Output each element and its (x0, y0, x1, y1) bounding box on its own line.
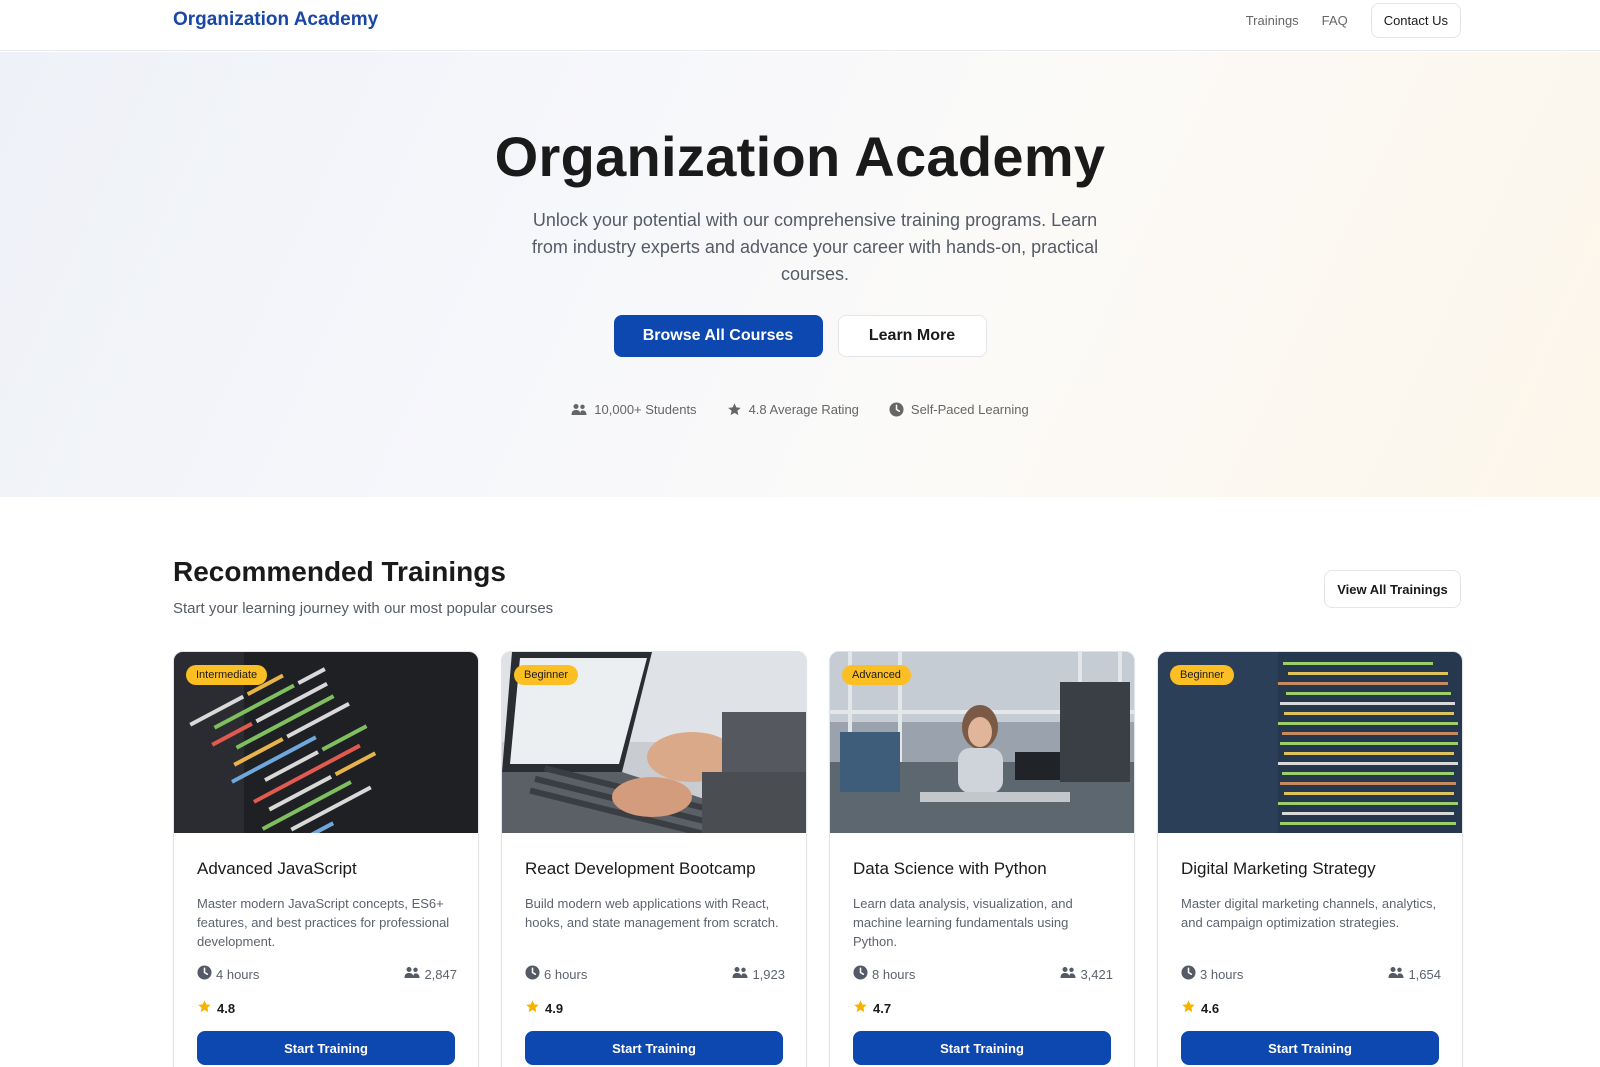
course-image-code-screen: Intermediate (174, 652, 478, 833)
level-badge: Beginner (514, 665, 579, 685)
users-icon (1388, 966, 1404, 982)
hero-title: Organization Academy (494, 125, 1106, 188)
brand-logo[interactable]: Organization Academy (173, 9, 378, 31)
start-training-button[interactable]: Start Training (525, 1031, 783, 1065)
contact-us-button[interactable]: Contact Us (1370, 3, 1461, 38)
course-title[interactable]: Data Science with Python (853, 859, 1047, 879)
course-students: 3,421 (1060, 965, 1113, 983)
course-card[interactable]: Beginner Digital Marketing Strategy Mast… (1157, 651, 1463, 1067)
course-image-lab-workstation: Advanced (830, 652, 1134, 833)
course-duration: 4 hours (197, 965, 259, 983)
course-card[interactable]: Intermediate Advanced JavaScript Master … (173, 651, 479, 1067)
course-students: 1,923 (732, 965, 785, 983)
course-meta: 3 hours 1,654 (1181, 965, 1441, 983)
star-icon (525, 999, 540, 1017)
users-icon (404, 966, 420, 982)
course-students: 2,847 (404, 965, 457, 983)
stat-rating-label: 4.8 Average Rating (748, 402, 859, 417)
users-icon (1060, 966, 1076, 982)
users-icon (571, 403, 587, 416)
start-training-button[interactable]: Start Training (197, 1031, 455, 1065)
stat-students: 10,000+ Students (571, 402, 697, 417)
course-students: 1,654 (1388, 965, 1441, 983)
users-icon (732, 966, 748, 982)
hero-actions: Browse All Courses Learn More (0, 315, 1600, 357)
course-title[interactable]: Advanced JavaScript (197, 859, 357, 879)
stat-pace: Self-Paced Learning (889, 402, 1029, 417)
course-card[interactable]: Advanced Data Science with Python Learn … (829, 651, 1135, 1067)
course-meta: 4 hours 2,847 (197, 965, 457, 983)
start-training-button[interactable]: Start Training (1181, 1031, 1439, 1065)
course-meta: 6 hours 1,923 (525, 965, 785, 983)
course-duration: 6 hours (525, 965, 587, 983)
site-header: Organization Academy Trainings FAQ Conta… (0, 0, 1600, 51)
course-description: Build modern web applications with React… (525, 896, 779, 930)
hero-stats: 10,000+ Students 4.8 Average Rating Self… (0, 402, 1600, 417)
learn-more-button[interactable]: Learn More (837, 315, 987, 357)
course-rating: 4.8 (197, 999, 235, 1017)
course-description: Master digital marketing channels, analy… (1181, 896, 1437, 930)
stat-students-label: 10,000+ Students (594, 402, 697, 417)
star-icon (727, 402, 742, 417)
clock-icon (525, 965, 540, 983)
course-rating: 4.7 (853, 999, 891, 1017)
star-icon (853, 999, 868, 1017)
course-description: Learn data analysis, visualization, and … (853, 896, 1073, 949)
course-rating: 4.9 (525, 999, 563, 1017)
course-description: Master modern JavaScript concepts, ES6+ … (197, 896, 450, 949)
star-icon (197, 999, 212, 1017)
course-image-laptop-typing: Beginner (502, 652, 806, 833)
stat-pace-label: Self-Paced Learning (910, 402, 1029, 417)
clock-icon (1181, 965, 1196, 983)
level-badge: Advanced (842, 665, 911, 685)
clock-icon (889, 402, 904, 417)
view-all-trainings-button[interactable]: View All Trainings (1324, 570, 1461, 608)
start-training-button[interactable]: Start Training (853, 1031, 1111, 1065)
course-image-data-screen: Beginner (1158, 652, 1462, 833)
nav-faq[interactable]: FAQ (1322, 13, 1348, 28)
hero-section: Organization Academy Unlock your potenti… (0, 52, 1600, 497)
course-duration: 8 hours (853, 965, 915, 983)
hero-subtitle: Unlock your potential with our comprehen… (531, 210, 1099, 284)
level-badge: Intermediate (186, 665, 268, 685)
course-meta: 8 hours 3,421 (853, 965, 1113, 983)
section-subtitle: Start your learning journey with our mos… (173, 600, 554, 617)
section-title: Recommended Trainings (173, 556, 506, 587)
course-rating: 4.6 (1181, 999, 1219, 1017)
course-card[interactable]: Beginner React Development Bootcamp Buil… (501, 651, 807, 1067)
course-title[interactable]: Digital Marketing Strategy (1181, 859, 1376, 879)
clock-icon (853, 965, 868, 983)
stat-rating: 4.8 Average Rating (727, 402, 859, 417)
course-title[interactable]: React Development Bootcamp (525, 859, 756, 879)
nav-trainings[interactable]: Trainings (1246, 13, 1299, 28)
star-icon (1181, 999, 1196, 1017)
course-duration: 3 hours (1181, 965, 1243, 983)
main-nav: Trainings FAQ Contact Us (1246, 3, 1461, 38)
level-badge: Beginner (1170, 665, 1235, 685)
browse-all-courses-button[interactable]: Browse All Courses (613, 315, 823, 357)
clock-icon (197, 965, 212, 983)
